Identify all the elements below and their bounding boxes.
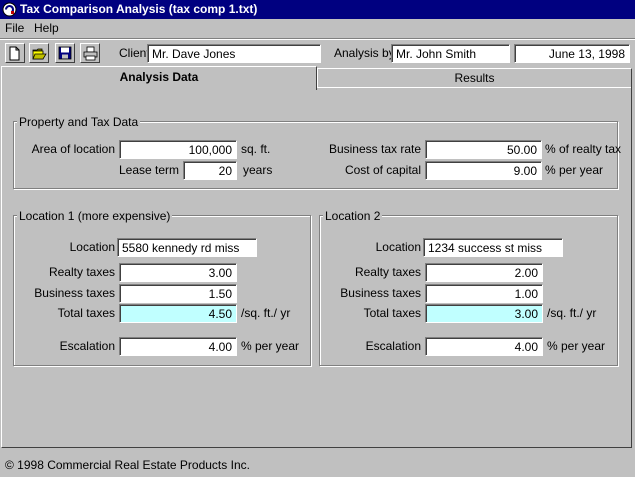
menu-file-label: File xyxy=(5,21,25,35)
new-button[interactable] xyxy=(5,43,25,63)
area-input[interactable]: 100,000 xyxy=(119,140,237,159)
client-label: Client xyxy=(119,46,150,60)
tab-results[interactable]: Results xyxy=(317,68,632,88)
location2-realty-label: Realty taxes xyxy=(354,265,421,279)
open-folder-icon xyxy=(32,48,47,60)
tab-results-label: Results xyxy=(454,71,495,85)
location2-business-label: Business taxes xyxy=(340,286,421,300)
lease-term-input[interactable]: 20 xyxy=(183,161,237,180)
location2-group-title: Location 2 xyxy=(323,209,383,223)
title-bar[interactable]: Tax Comparison Analysis (tax comp 1.txt) xyxy=(0,0,635,19)
location2-input[interactable]: 1234 success st miss xyxy=(423,238,563,257)
app-icon xyxy=(2,2,17,17)
area-label: Area of location xyxy=(31,142,115,156)
location1-label: Location xyxy=(69,240,115,254)
location1-total-label: Total taxes xyxy=(57,306,115,320)
save-disk-icon xyxy=(58,46,72,60)
open-button[interactable] xyxy=(29,43,49,63)
area-unit: sq. ft. xyxy=(241,142,271,156)
location2-escalation-label: Escalation xyxy=(365,339,421,353)
location1-input[interactable]: 5580 kennedy rd miss xyxy=(117,238,257,257)
print-button[interactable] xyxy=(80,43,100,63)
location2-label: Location xyxy=(375,240,421,254)
analysis-by-input[interactable]: Mr. John Smith xyxy=(391,44,510,63)
location1-total-unit: /sq. ft./ yr xyxy=(241,306,291,320)
cost-of-capital-unit: % per year xyxy=(545,163,604,177)
toolbar-divider xyxy=(0,38,635,40)
location1-realty-label: Realty taxes xyxy=(48,265,115,279)
property-tax-group-title: Property and Tax Data xyxy=(17,115,141,129)
location2-total-label: Total taxes xyxy=(363,306,421,320)
business-tax-rate-label: Business tax rate xyxy=(328,142,421,156)
location1-business-input[interactable]: 1.50 xyxy=(119,284,237,303)
copyright-text: © 1998 Commercial Real Estate Products I… xyxy=(5,458,250,472)
location1-business-label: Business taxes xyxy=(34,286,115,300)
location2-realty-input[interactable]: 2.00 xyxy=(425,263,543,282)
menu-bar: File Help xyxy=(0,19,635,38)
location2-escalation-unit: % per year xyxy=(547,339,606,353)
lease-term-unit: years xyxy=(243,163,273,177)
menu-help-label: Help xyxy=(34,21,59,35)
location2-total-value: 3.00 xyxy=(425,304,543,323)
location1-group-title: Location 1 (more expensive) xyxy=(17,209,173,223)
cost-of-capital-label: Cost of capital xyxy=(344,163,421,177)
tab-analysis-data-label: Analysis Data xyxy=(119,70,199,84)
lease-term-label: Lease term xyxy=(118,163,179,177)
print-icon xyxy=(83,46,98,61)
window-title: Tax Comparison Analysis (tax comp 1.txt) xyxy=(20,2,258,16)
location1-escalation-input[interactable]: 4.00 xyxy=(119,337,237,356)
cost-of-capital-input[interactable]: 9.00 xyxy=(425,161,542,180)
menu-file[interactable]: File xyxy=(5,21,24,35)
location1-escalation-unit: % per year xyxy=(241,339,300,353)
location1-realty-input[interactable]: 3.00 xyxy=(119,263,237,282)
location2-escalation-input[interactable]: 4.00 xyxy=(425,337,543,356)
location1-escalation-label: Escalation xyxy=(59,339,115,353)
analysis-by-label: Analysis by xyxy=(334,46,395,60)
date-input[interactable]: June 13, 1998 xyxy=(514,44,630,63)
location1-total-value: 4.50 xyxy=(119,304,237,323)
status-bar: © 1998 Commercial Real Estate Products I… xyxy=(0,456,635,477)
tab-analysis-data[interactable]: Analysis Data xyxy=(1,66,317,90)
menu-help[interactable]: Help xyxy=(34,21,59,35)
new-file-icon xyxy=(9,46,20,61)
business-tax-rate-input[interactable]: 50.00 xyxy=(425,140,542,159)
client-input[interactable]: Mr. Dave Jones xyxy=(147,44,321,63)
location2-total-unit: /sq. ft./ yr xyxy=(547,306,597,320)
business-tax-rate-unit: % of realty tax xyxy=(545,142,622,156)
save-button[interactable] xyxy=(55,43,75,63)
location2-business-input[interactable]: 1.00 xyxy=(425,284,543,303)
